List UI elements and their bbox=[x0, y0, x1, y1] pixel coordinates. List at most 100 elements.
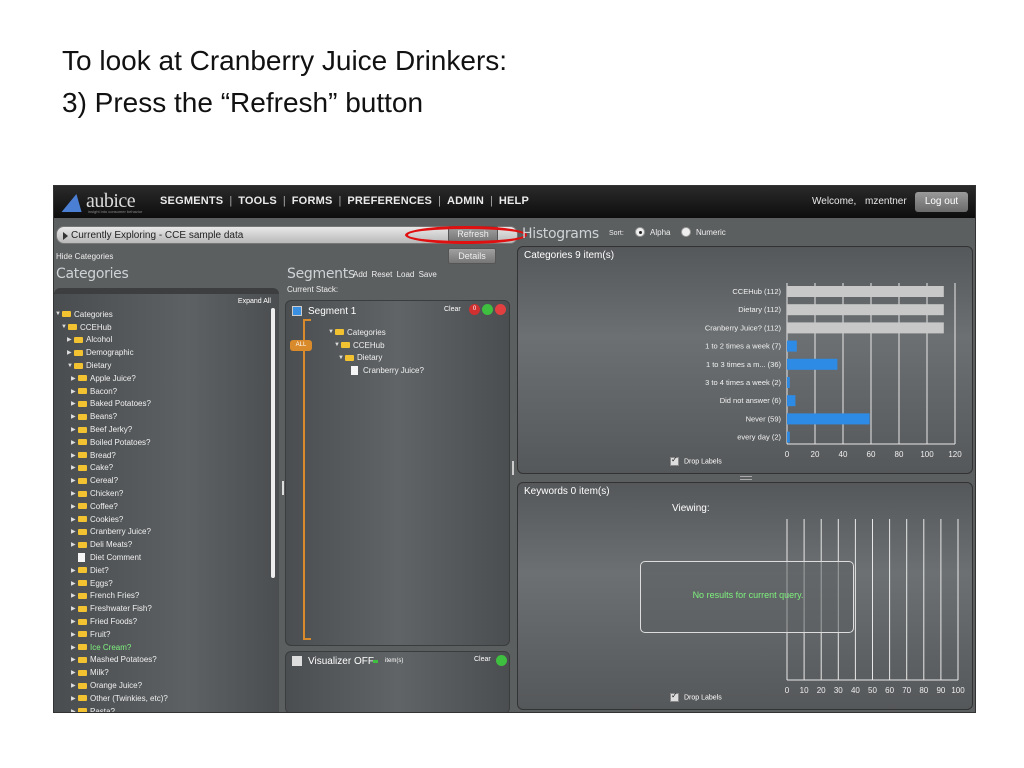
tree-item[interactable]: ▶ Orange Juice? bbox=[55, 679, 168, 692]
tree-item[interactable]: ▶ Cranberry Juice? bbox=[55, 526, 168, 539]
expand-triangle-icon[interactable]: ▶ bbox=[71, 592, 78, 599]
tree-item[interactable]: ▶ Deli Meats? bbox=[55, 538, 168, 551]
tree-item[interactable]: ▶ Beans? bbox=[55, 410, 168, 423]
nav-segments[interactable]: SEGMENTS bbox=[154, 195, 229, 207]
tree-item[interactable]: ▶ Boiled Potatoes? bbox=[55, 436, 168, 449]
segment-color-box[interactable] bbox=[292, 306, 302, 316]
tree-item[interactable]: ▼ CCEHub bbox=[328, 339, 424, 352]
tree-item[interactable]: ▶ Mashed Potatoes? bbox=[55, 654, 168, 667]
panel-resize-handle[interactable] bbox=[282, 481, 284, 495]
tree-item[interactable]: ▶ Pasta? bbox=[55, 705, 168, 712]
panel-resize-handle-2[interactable] bbox=[512, 461, 514, 475]
expand-triangle-icon[interactable]: ▶ bbox=[71, 631, 78, 638]
go-icon[interactable] bbox=[482, 304, 493, 315]
expand-triangle-icon[interactable]: ▶ bbox=[71, 503, 78, 510]
tree-item[interactable]: ▶ Milk? bbox=[55, 666, 168, 679]
tree-item[interactable]: ▼ CCEHub bbox=[55, 321, 168, 334]
expand-triangle-icon[interactable]: ▶ bbox=[71, 375, 78, 382]
expand-triangle-icon[interactable]: ▶ bbox=[67, 336, 74, 343]
drop-labels-toggle[interactable]: Drop Labels bbox=[670, 455, 722, 466]
tree-item[interactable]: ▶ Cake? bbox=[55, 462, 168, 475]
nav-forms[interactable]: FORMS bbox=[286, 195, 339, 207]
tree-item[interactable]: ▶ Chicken? bbox=[55, 487, 168, 500]
all-operator-tag[interactable]: ALL bbox=[290, 340, 312, 351]
collapse-triangle-icon[interactable]: ▼ bbox=[67, 363, 74, 369]
expand-triangle-icon[interactable]: ▶ bbox=[71, 413, 78, 420]
expand-triangle-icon[interactable]: ▶ bbox=[71, 426, 78, 433]
tree-item[interactable]: ▶ Beef Jerky? bbox=[55, 423, 168, 436]
tree-item[interactable]: Cranberry Juice? bbox=[328, 364, 424, 377]
tree-item[interactable]: ▶ Cookies? bbox=[55, 513, 168, 526]
collapse-triangle-icon[interactable]: ▼ bbox=[334, 342, 341, 348]
tree-item[interactable]: ▶ Ice Cream? bbox=[55, 641, 168, 654]
tree-item[interactable]: ▶ Other (Twinkies, etc)? bbox=[55, 692, 168, 705]
tree-item[interactable]: ▼ Dietary bbox=[328, 352, 424, 365]
tree-item[interactable]: Diet Comment bbox=[55, 551, 168, 564]
tree-item[interactable]: ▶ Coffee? bbox=[55, 500, 168, 513]
sort-numeric-radio[interactable] bbox=[681, 227, 691, 237]
delete-icon[interactable] bbox=[495, 304, 506, 315]
nav-admin[interactable]: ADMIN bbox=[441, 195, 490, 207]
tree-item[interactable]: ▶ Apple Juice? bbox=[55, 372, 168, 385]
expand-arrow-icon[interactable] bbox=[63, 232, 68, 240]
hide-categories-link[interactable]: Hide Categories bbox=[56, 252, 113, 261]
expand-triangle-icon[interactable]: ▶ bbox=[71, 567, 78, 574]
visualizer-clear-button[interactable]: Clear bbox=[474, 656, 491, 663]
expand-triangle-icon[interactable]: ▶ bbox=[71, 464, 78, 471]
tree-item[interactable]: ▶ Cereal? bbox=[55, 474, 168, 487]
logout-button[interactable]: Log out bbox=[915, 192, 968, 212]
segment-clear-button[interactable]: Clear bbox=[444, 306, 461, 313]
segment-actions[interactable]: Add Reset Load Save bbox=[353, 270, 437, 279]
expand-triangle-icon[interactable]: ▶ bbox=[71, 400, 78, 407]
expand-triangle-icon[interactable]: ▶ bbox=[71, 656, 78, 663]
expand-triangle-icon[interactable]: ▶ bbox=[71, 528, 78, 535]
expand-triangle-icon[interactable]: ▶ bbox=[71, 541, 78, 548]
expand-triangle-icon[interactable]: ▶ bbox=[71, 477, 78, 484]
expand-triangle-icon[interactable]: ▶ bbox=[71, 490, 78, 497]
expand-triangle-icon[interactable]: ▶ bbox=[71, 695, 78, 702]
visualizer-checkbox[interactable] bbox=[292, 656, 302, 666]
expand-triangle-icon[interactable]: ▶ bbox=[71, 516, 78, 523]
histogram-resize-grip[interactable] bbox=[740, 476, 752, 480]
collapse-triangle-icon[interactable]: ▼ bbox=[338, 355, 345, 361]
expand-triangle-icon[interactable]: ▶ bbox=[71, 580, 78, 587]
drop-labels-toggle-2[interactable]: Drop Labels bbox=[670, 691, 722, 702]
expand-triangle-icon[interactable]: ▶ bbox=[71, 388, 78, 395]
tree-item[interactable]: ▼ Dietary bbox=[55, 359, 168, 372]
tree-item[interactable]: ▼ Categories bbox=[55, 308, 168, 321]
details-button[interactable]: Details bbox=[448, 248, 496, 264]
logo[interactable]: aubice insight into consumer behavior bbox=[61, 190, 144, 214]
expand-triangle-icon[interactable]: ▶ bbox=[67, 349, 74, 356]
expand-triangle-icon[interactable]: ▶ bbox=[71, 452, 78, 459]
expand-triangle-icon[interactable]: ▶ bbox=[71, 644, 78, 651]
tree-item[interactable]: ▶ Bread? bbox=[55, 449, 168, 462]
tree-item[interactable]: ▶ Freshwater Fish? bbox=[55, 602, 168, 615]
tree-item[interactable]: ▶ Diet? bbox=[55, 564, 168, 577]
tree-item[interactable]: ▶ French Fries? bbox=[55, 590, 168, 603]
visualizer-go-icon[interactable] bbox=[496, 655, 507, 666]
tree-item[interactable]: ▶ Fruit? bbox=[55, 628, 168, 641]
collapse-triangle-icon[interactable]: ▼ bbox=[55, 311, 62, 317]
checkbox-icon[interactable] bbox=[670, 691, 679, 702]
expand-all-link[interactable]: Expand All bbox=[238, 298, 271, 305]
expand-triangle-icon[interactable]: ▶ bbox=[71, 618, 78, 625]
nav-tools[interactable]: TOOLS bbox=[232, 195, 283, 207]
tree-item[interactable]: ▶ Baked Potatoes? bbox=[55, 398, 168, 411]
refresh-button[interactable]: Refresh bbox=[448, 226, 498, 242]
checkbox-icon[interactable] bbox=[670, 455, 679, 466]
expand-triangle-icon[interactable]: ▶ bbox=[71, 708, 78, 712]
expand-triangle-icon[interactable]: ▶ bbox=[71, 669, 78, 676]
nav-preferences[interactable]: PREFERENCES bbox=[341, 195, 438, 207]
tree-item[interactable]: ▼ Categories bbox=[328, 326, 424, 339]
expand-triangle-icon[interactable]: ▶ bbox=[71, 682, 78, 689]
tree-item[interactable]: ▶ Demographic bbox=[55, 346, 168, 359]
expand-triangle-icon[interactable]: ▶ bbox=[71, 605, 78, 612]
nav-help[interactable]: HELP bbox=[493, 195, 535, 207]
collapse-triangle-icon[interactable]: ▼ bbox=[328, 329, 335, 335]
collapse-triangle-icon[interactable]: ▼ bbox=[61, 324, 68, 330]
tree-item[interactable]: ▶ Eggs? bbox=[55, 577, 168, 590]
sort-alpha-radio[interactable] bbox=[635, 227, 645, 237]
expand-triangle-icon[interactable]: ▶ bbox=[71, 439, 78, 446]
tree-item[interactable]: ▶ Alcohol bbox=[55, 334, 168, 347]
tree-item[interactable]: ▶ Fried Foods? bbox=[55, 615, 168, 628]
